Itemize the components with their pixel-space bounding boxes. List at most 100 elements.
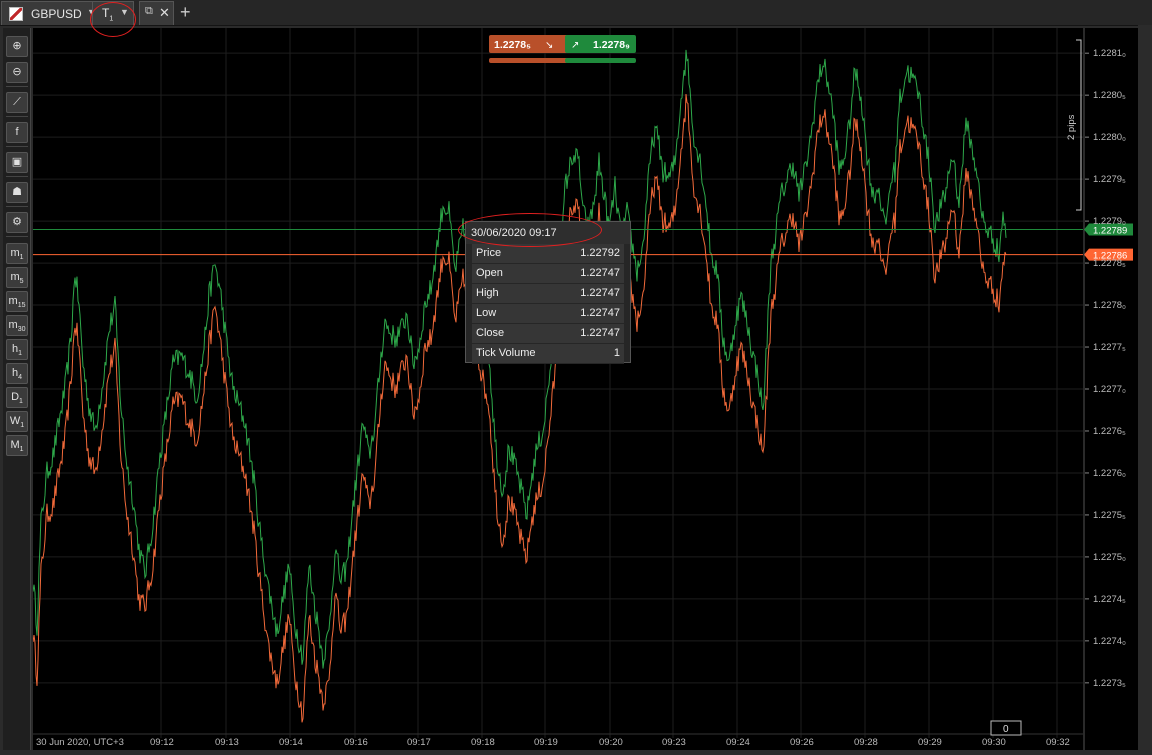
y-tick-label: 1.2275₀	[1093, 552, 1126, 563]
tooltip-row-high: High 1.22747	[472, 284, 624, 304]
sell-button[interactable]: 1.2278₅ ↘	[489, 35, 569, 53]
series-line-1	[32, 93, 1007, 723]
x-tick-label: 09:28	[854, 737, 878, 748]
tooltip-value: 1.22747	[580, 327, 620, 339]
left-toolbar: ⊕ ⊖ ⟋ f ▣ ☗ ⚙ m1 m5 m15 m30 h1 h4 D1 W1 M1	[3, 28, 31, 750]
tooltip-value: 1.22792	[580, 247, 620, 259]
timeframe-button-m15[interactable]: m15	[6, 291, 28, 312]
volume-value: 0	[1003, 724, 1009, 735]
chart-area[interactable]: 1.22789 1.22786 30 Jun 2020, UTC+3 09:12 09…	[32, 28, 1138, 750]
user-icon[interactable]: ☗	[6, 182, 28, 203]
x-tick-label: 09:30	[982, 737, 1006, 748]
x-tick-label: 09:29	[918, 737, 942, 748]
add-tab-icon[interactable]: +	[180, 2, 191, 23]
window-edge	[1138, 25, 1152, 750]
y-tick-label: 1.2275₅	[1093, 510, 1126, 521]
timeframe-button-m1[interactable]: m1	[6, 243, 28, 264]
toolbar-separator	[6, 206, 28, 207]
y-tick-label: 1.2279₀	[1093, 216, 1126, 227]
overlays: 2 pips 1.2278₅ ↘ ↗ 1.2278₉ 0	[489, 35, 1082, 736]
line-chart-icon[interactable]: ⟋	[6, 92, 28, 113]
x-tick-label: 09:12	[150, 737, 174, 748]
tooltip-value: 1.22747	[580, 287, 620, 299]
buy-price: 1.2278₉	[593, 39, 630, 51]
y-tick-label: 1.2278₀	[1093, 300, 1126, 311]
pips-label: 2 pips	[1066, 114, 1077, 140]
x-tick-label: 09:19	[534, 737, 558, 748]
tooltip-value: 1	[613, 347, 620, 359]
tooltip-row-low: Low 1.22747	[472, 304, 624, 324]
x-tick-label: 09:16	[344, 737, 368, 748]
timeframe-button-h1[interactable]: h1	[6, 339, 28, 360]
tooltip-label: Close	[476, 327, 505, 339]
sell-arrow-icon: ↘	[545, 40, 553, 51]
ask-price-label: 1.22789	[1093, 225, 1127, 236]
x-tick-label: 09:18	[471, 737, 495, 748]
zoom-out-icon[interactable]: ⊖	[6, 62, 28, 83]
y-tick-label: 1.2277₀	[1093, 384, 1126, 395]
tooltip-label: Tick Volume	[476, 347, 536, 359]
tooltip-label: High	[476, 287, 499, 299]
buy-arrow-icon: ↗	[571, 40, 579, 51]
symbol-label: GBPUSD	[31, 7, 82, 21]
tab-controls: ⧉ ✕	[139, 1, 174, 25]
x-tick-label: 09:23	[662, 737, 686, 748]
y-tick-label: 1.2273₅	[1093, 678, 1126, 689]
tooltip-row-tick-volume: Tick Volume 1	[472, 344, 624, 364]
tab-symbol[interactable]: GBPUSD ▼	[1, 1, 99, 25]
y-tick-label: 1.2278₅	[1093, 258, 1126, 269]
x-tick-label: 09:26	[790, 737, 814, 748]
detach-icon[interactable]: ⧉	[145, 5, 153, 18]
y-tick-label: 1.2280₀	[1093, 132, 1126, 143]
tab-bar: GBPUSD ▼ T1 ▼ ⧉ ✕ +	[0, 0, 1152, 26]
timeframe-button-m30[interactable]: m30	[6, 315, 28, 336]
timeframe-button-D1[interactable]: D1	[6, 387, 28, 408]
series-lines	[32, 49, 1007, 723]
x-tick-label: 09:17	[407, 737, 431, 748]
toolbar-separator	[6, 86, 28, 87]
toolbar-separator	[6, 176, 28, 177]
x-tick-label: 09:32	[1046, 737, 1070, 748]
x-tick-label: 30 Jun 2020, UTC+3	[36, 737, 124, 748]
robot-icon[interactable]: ▣	[6, 152, 28, 173]
y-tick-label: 1.2276₀	[1093, 468, 1126, 479]
toolbar-separator	[6, 236, 28, 237]
y-tick-label: 1.2277₅	[1093, 342, 1126, 353]
y-tick-label: 1.2276₅	[1093, 426, 1126, 437]
toolbar-separator	[6, 116, 28, 117]
timeframe-button-h4[interactable]: h4	[6, 363, 28, 384]
buy-button[interactable]: ↗ 1.2278₉	[565, 35, 636, 53]
x-tick-label: 09:24	[726, 737, 750, 748]
tooltip-value: 1.22747	[580, 307, 620, 319]
tooltip-row-price: Price 1.22792	[472, 244, 624, 264]
tooltip-label: Low	[476, 307, 497, 319]
tooltip-row-open: Open 1.22747	[472, 264, 624, 284]
y-tick-label: 1.2281₀	[1093, 48, 1126, 59]
toolbar-separator	[6, 146, 28, 147]
tooltip-value: 1.22747	[580, 267, 620, 279]
facebook-icon[interactable]: f	[6, 122, 28, 143]
sell-price: 1.2278₅	[494, 39, 531, 51]
buy-spread-bar	[565, 58, 636, 63]
chart-settings-icon[interactable]: ⚙	[6, 212, 28, 233]
x-tick-label: 09:14	[279, 737, 303, 748]
price-chart[interactable]: 1.227891.22786 30 Jun 2020, UTC+3 09:12 09…	[32, 28, 1138, 750]
symbol-flag-icon	[9, 7, 23, 21]
annotation-circle-datetime	[458, 213, 602, 247]
y-tick-label: 1.2274₀	[1093, 636, 1126, 647]
timeframe-button-W1[interactable]: W1	[6, 411, 28, 432]
x-tick-label: 09:13	[215, 737, 239, 748]
sell-spread-bar	[489, 58, 569, 63]
timeframe-button-M1[interactable]: M1	[6, 435, 28, 456]
x-tick-label: 09:20	[599, 737, 623, 748]
annotation-circle-timeframe	[90, 2, 136, 37]
tooltip-label: Price	[476, 247, 502, 259]
tooltip-row-close: Close 1.22747	[472, 324, 624, 344]
y-tick-label: 1.2279₅	[1093, 174, 1126, 185]
y-tick-label: 1.2274₅	[1093, 594, 1126, 605]
close-tab-icon[interactable]: ✕	[159, 5, 170, 21]
zoom-in-icon[interactable]: ⊕	[6, 36, 28, 57]
y-tick-label: 1.2280₅	[1093, 90, 1126, 101]
timeframe-button-m5[interactable]: m5	[6, 267, 28, 288]
tooltip-label: Open	[476, 267, 503, 279]
